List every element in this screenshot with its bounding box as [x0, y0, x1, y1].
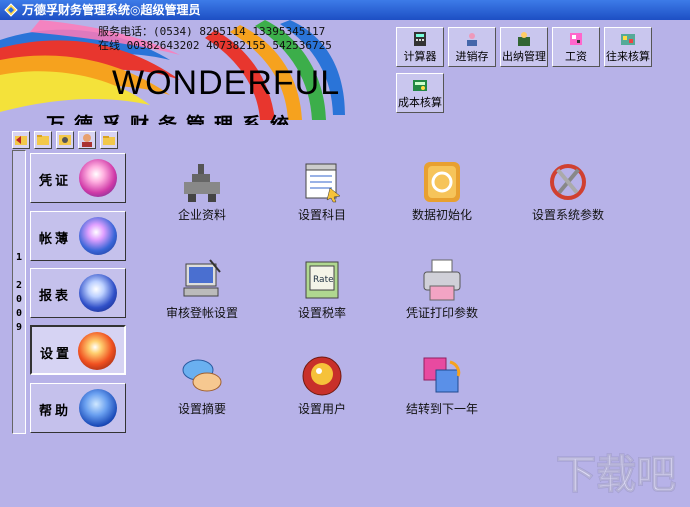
mini-back-button[interactable] — [12, 131, 30, 149]
set-summary-item[interactable]: 设置摘要 — [142, 354, 262, 417]
watermark-logo-icon: 下载吧 — [556, 452, 677, 499]
report-orb-icon — [79, 274, 117, 312]
cashier-label: 出纳管理 — [502, 50, 546, 63]
cashier-icon — [518, 32, 530, 46]
chat-icon — [182, 359, 222, 392]
nav-report[interactable]: 报表 — [30, 268, 126, 318]
database-init-icon — [424, 162, 460, 202]
nav-report-label: 报表 — [39, 289, 72, 304]
sysparams-label: 设置系统参数 — [531, 208, 604, 222]
nextyear-label: 结转到下一年 — [405, 402, 478, 416]
company-label: 企业资料 — [177, 208, 226, 222]
mini-folder-button[interactable] — [34, 131, 52, 149]
settings-orb-icon — [78, 332, 116, 370]
cost-button[interactable]: 成本核算 — [396, 73, 444, 113]
set-subjects-item[interactable]: 设置科目 — [262, 160, 382, 223]
mini-user-button[interactable] — [78, 131, 96, 149]
data-table-icon — [305, 163, 341, 203]
users-label: 设置用户 — [297, 402, 346, 416]
online-contacts: 在线 00382643202 407382155 542536725 — [98, 39, 332, 52]
salary-button[interactable]: 工资 — [552, 27, 600, 67]
calculator-icon — [414, 32, 426, 46]
nav-ledger-label: 帐薄 — [39, 232, 72, 247]
nav-settings-label: 设置 — [40, 347, 73, 362]
user-icon — [302, 356, 342, 396]
open-folder-icon — [103, 136, 115, 145]
tools-mini-icon — [59, 135, 71, 145]
cost-label: 成本核算 — [398, 96, 442, 109]
nav-ledger[interactable]: 帐薄 — [30, 211, 126, 261]
mini-open-button[interactable] — [100, 131, 118, 149]
computer-icon — [183, 259, 221, 297]
brand-logo-text: WONDERFUL — [112, 64, 341, 102]
audit-label: 审核登帐设置 — [165, 306, 238, 320]
tax-rate-item[interactable]: Rate 设置税率 — [262, 258, 382, 321]
year-label: 1 2 0 0 9 — [13, 251, 25, 335]
salary-label: 工资 — [565, 50, 587, 63]
voucher-orb-icon — [79, 159, 117, 197]
tools-icon — [550, 164, 586, 200]
company-info-item[interactable]: 企业资料 — [142, 160, 262, 223]
nav-voucher-label: 凭证 — [39, 174, 72, 189]
watermark-text: 下载吧 — [556, 452, 676, 498]
inventory-button[interactable]: 进销存 — [448, 27, 496, 67]
year-char: 1 — [15, 252, 23, 263]
system-params-item[interactable]: 设置系统参数 — [508, 160, 628, 223]
cost-icon — [413, 80, 427, 91]
nav-settings[interactable]: 设置 — [30, 325, 126, 375]
company-icon — [184, 164, 220, 202]
nav-voucher[interactable]: 凭证 — [30, 153, 126, 203]
app-icon — [4, 3, 18, 17]
nav-help[interactable]: 帮助 — [30, 383, 126, 433]
inventory-icon — [467, 33, 477, 46]
accounts-icon — [621, 34, 635, 45]
cashier-button[interactable]: 出纳管理 — [500, 27, 548, 67]
user-mini-icon — [82, 134, 92, 147]
ledger-orb-icon — [79, 217, 117, 255]
year-char: 0 — [15, 294, 23, 305]
banner: 服务电话：(0534) 8295114 13395345117 在线 00382… — [0, 20, 400, 125]
accounts-button[interactable]: 往来核算 — [604, 27, 652, 67]
inventory-label: 进销存 — [455, 50, 489, 63]
set-users-item[interactable]: 设置用户 — [262, 354, 382, 417]
main-window: 万德孚财务管理系统◎超级管理员 服务电话：(0534) 8295114 1339… — [0, 0, 690, 507]
init-label: 数据初始化 — [411, 208, 472, 222]
taxrate-label: 设置税率 — [297, 306, 346, 320]
calculator-button[interactable]: 计算器 — [396, 27, 444, 67]
rate-icon: Rate — [305, 261, 339, 299]
nav-help-label: 帮助 — [39, 404, 72, 419]
year-char: 0 — [15, 308, 23, 319]
data-init-item[interactable]: 数据初始化 — [382, 160, 502, 223]
year-bar: 1 2 0 0 9 — [12, 150, 26, 434]
year-char: 2 — [15, 280, 23, 291]
carry-over-item[interactable]: 结转到下一年 — [382, 354, 502, 417]
carry-over-icon — [423, 357, 461, 393]
summary-label: 设置摘要 — [177, 402, 226, 416]
title-bar[interactable]: 万德孚财务管理系统◎超级管理员 — [0, 0, 690, 20]
salary-icon — [570, 33, 582, 45]
subjects-label: 设置科目 — [297, 208, 346, 222]
calculator-label: 计算器 — [403, 50, 437, 63]
print-params-item[interactable]: 凭证打印参数 — [382, 258, 502, 321]
watermark: 下载吧 — [552, 444, 682, 502]
back-icon — [15, 136, 27, 145]
audit-setting-item[interactable]: 审核登帐设置 — [142, 258, 262, 321]
window-title: 万德孚财务管理系统◎超级管理员 — [22, 3, 201, 17]
system-name: 万德孚财务管理系统 — [46, 114, 299, 125]
folder-icon — [37, 135, 49, 145]
svg-text:Rate: Rate — [313, 275, 334, 285]
help-orb-icon — [79, 389, 117, 427]
printparams-label: 凭证打印参数 — [405, 306, 478, 320]
year-char — [13, 265, 25, 279]
accounts-label: 往来核算 — [606, 50, 650, 63]
printer-icon — [423, 259, 461, 301]
mini-tools-button[interactable] — [56, 131, 74, 149]
year-char: 9 — [15, 322, 23, 333]
